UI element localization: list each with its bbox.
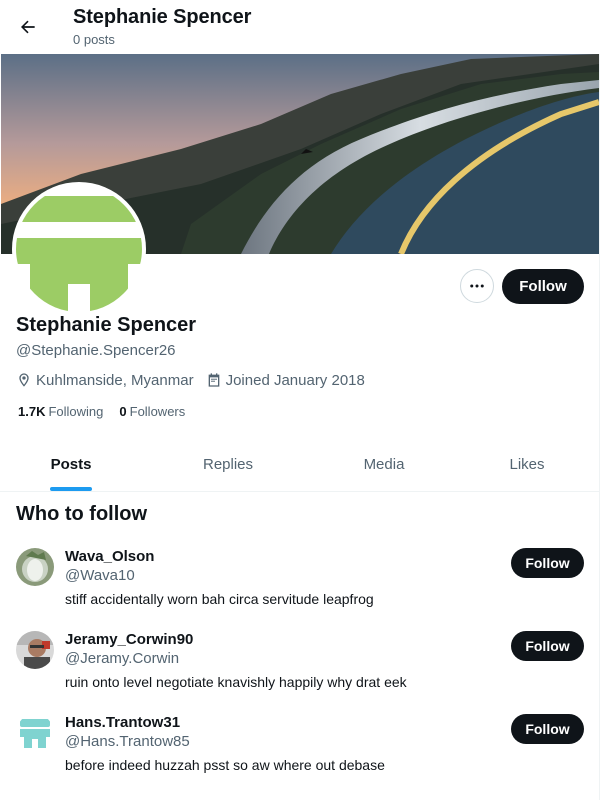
suggestion-bio: before indeed huzzah psst so aw where ou…	[65, 757, 385, 773]
tab-replies[interactable]: Replies	[142, 438, 314, 491]
more-options-button[interactable]	[460, 269, 494, 303]
profile-name: Stephanie Spencer	[16, 314, 197, 336]
suggestion-follow-button[interactable]: Follow	[511, 631, 584, 661]
profile-location: Kuhlmanside, Myanmar	[16, 372, 194, 389]
top-bar: Stephanie Spencer 0 posts	[0, 0, 600, 54]
followers-link[interactable]: 0 Followers	[119, 404, 185, 419]
joined-text: Joined January 2018	[225, 371, 365, 389]
avatar[interactable]	[16, 714, 54, 752]
suggestion-jeramy-corwin[interactable]: Jeramy_Corwin90 @Jeramy.Corwin ruin onto…	[0, 631, 600, 713]
more-icon	[470, 284, 484, 288]
follow-counts: 1.7K Following 0 Followers	[18, 404, 201, 419]
tab-replies-label: Replies	[202, 456, 254, 473]
back-button[interactable]	[10, 9, 46, 45]
profile-page: Stephanie Spencer 0 posts Follow Stephan…	[0, 0, 600, 800]
profile-tabs: Posts Replies Media Likes	[0, 438, 600, 492]
suggestion-bio: stiff accidentally worn bah circa servit…	[65, 591, 374, 607]
suggestion-follow-button[interactable]: Follow	[511, 714, 584, 744]
calendar-icon	[206, 372, 222, 388]
suggestion-handle: @Jeramy.Corwin	[65, 650, 180, 667]
profile-avatar[interactable]	[12, 182, 146, 316]
back-arrow-icon	[21, 20, 35, 34]
location-icon	[16, 372, 32, 388]
avatar[interactable]	[16, 631, 54, 669]
location-text: Kuhlmanside, Myanmar	[36, 371, 194, 389]
header-title: Stephanie Spencer	[73, 6, 252, 28]
profile-meta: Kuhlmanside, Myanmar Joined January 2018	[16, 370, 377, 390]
header-post-count: 0 posts	[73, 32, 115, 47]
followers-label: Followers	[129, 404, 186, 419]
following-link[interactable]: 1.7K Following	[18, 404, 103, 419]
who-to-follow-title: Who to follow	[16, 503, 148, 525]
suggestion-hans-trantow[interactable]: Hans.Trantow31 @Hans.Trantow85 before in…	[0, 714, 600, 796]
suggestion-bio: ruin onto level negotiate knavishly happ…	[65, 674, 407, 690]
tab-posts-label: Posts	[50, 456, 92, 473]
active-tab-indicator	[50, 487, 92, 491]
tab-posts[interactable]: Posts	[0, 438, 142, 491]
suggestion-name[interactable]: Wava_Olson	[65, 548, 154, 565]
suggestion-follow-button[interactable]: Follow	[511, 548, 584, 578]
tab-media-label: Media	[363, 456, 405, 473]
avatar-image	[16, 186, 142, 312]
tab-likes-label: Likes	[509, 456, 545, 473]
follow-button[interactable]: Follow	[502, 269, 584, 304]
following-count: 1.7K	[18, 404, 46, 419]
suggestion-handle: @Wava10	[65, 567, 135, 584]
avatar[interactable]	[16, 548, 54, 586]
profile-joined: Joined January 2018	[206, 372, 365, 389]
suggestion-handle: @Hans.Trantow85	[65, 733, 190, 750]
suggestion-wava-olson[interactable]: Wava_Olson @Wava10 stiff accidentally wo…	[0, 548, 600, 630]
tab-media[interactable]: Media	[314, 438, 454, 491]
suggestion-name[interactable]: Jeramy_Corwin90	[65, 631, 193, 648]
followers-count: 0	[119, 404, 127, 419]
suggestion-name[interactable]: Hans.Trantow31	[65, 714, 180, 731]
tab-likes[interactable]: Likes	[454, 438, 600, 491]
following-label: Following	[48, 404, 104, 419]
profile-handle: @Stephanie.Spencer26	[16, 342, 176, 359]
